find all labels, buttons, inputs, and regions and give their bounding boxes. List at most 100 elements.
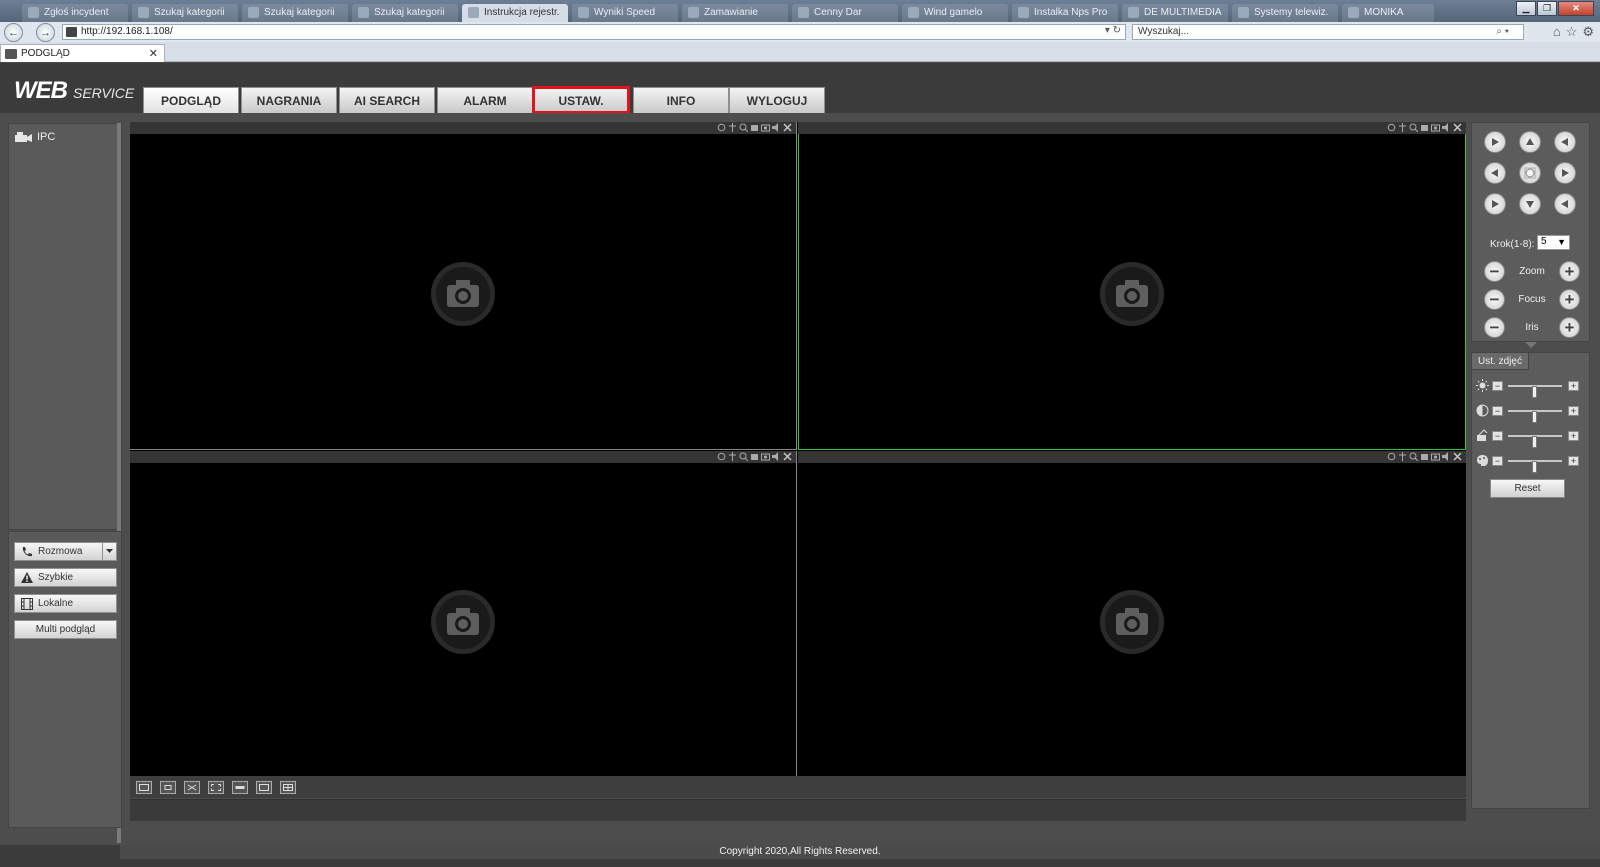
stream-sd-icon[interactable] [160,781,176,794]
ptz-left-button[interactable] [1484,162,1506,184]
digital-zoom-icon[interactable] [739,452,748,461]
browser-tab[interactable]: DE MULTIMEDIA [1122,4,1228,22]
layout-quad-icon[interactable] [280,781,296,794]
ptz-up-left-button[interactable] [1484,131,1506,153]
ptz-down-right-button[interactable] [1554,193,1576,215]
saturation-increase-button[interactable]: + [1568,431,1579,441]
video-cell-2[interactable] [798,122,1466,450]
fluency-icon[interactable] [232,781,248,794]
iris-close-button[interactable]: − [1484,317,1505,338]
snapshot-icon[interactable] [1431,123,1440,132]
browser-search-input[interactable]: Wyszukaj... ⌕ ▾ [1132,24,1524,40]
browser-tab[interactable]: Systemy telewiz. [1232,4,1338,22]
browser-tab[interactable]: Szukaj kategorii [352,4,458,22]
stream-hd-icon[interactable] [136,781,152,794]
reset-button[interactable]: Reset [1490,479,1565,498]
iris-open-button[interactable]: + [1559,317,1580,338]
home-icon[interactable]: ⌂ [1553,24,1561,40]
browser-tab[interactable]: MONIKA [1342,4,1434,22]
brightness-decrease-button[interactable]: − [1492,381,1503,391]
tab-ai-search[interactable]: AI SEARCH [339,87,435,113]
browser-tab[interactable]: Instalka Nps Pro [1012,4,1118,22]
ptz-icon[interactable] [1398,452,1407,461]
ptz-down-button[interactable] [1519,193,1541,215]
contrast-increase-button[interactable]: + [1568,406,1579,416]
talk-button[interactable]: Rozmowa [14,542,117,561]
forward-button[interactable]: → [36,23,55,42]
saturation-slider[interactable] [1508,435,1562,448]
contrast-decrease-button[interactable]: − [1492,406,1503,416]
slider-thumb[interactable] [1532,411,1537,423]
browser-tab-active[interactable]: Instrukcja rejestr. [462,4,568,22]
ptz-center-button[interactable] [1519,162,1541,184]
audio-icon[interactable] [772,123,781,132]
ptz-icon[interactable] [728,123,737,132]
mic-icon[interactable] [1387,123,1396,132]
close-icon[interactable] [1453,452,1462,461]
ptz-icon[interactable] [728,452,737,461]
close-icon[interactable] [783,123,792,132]
tab-info[interactable]: INFO [633,87,729,113]
digital-zoom-icon[interactable] [1409,452,1418,461]
brightness-slider[interactable] [1508,385,1562,398]
slider-thumb[interactable] [1532,386,1537,398]
record-icon[interactable] [1420,452,1429,461]
fullscreen-icon[interactable] [208,781,224,794]
hue-increase-button[interactable]: + [1568,456,1579,466]
slider-thumb[interactable] [1532,436,1537,448]
device-item-ipc[interactable]: IPC [15,131,55,143]
close-tab-icon[interactable]: ✕ [149,47,158,60]
hue-decrease-button[interactable]: − [1492,456,1503,466]
browser-tab[interactable]: Zamawianie [682,4,788,22]
page-tab[interactable]: PODGLĄD ✕ [0,44,165,62]
collapse-arrow-icon[interactable] [1525,342,1537,348]
saturation-decrease-button[interactable]: − [1492,431,1503,441]
minimize-button[interactable]: ▁ [1516,1,1536,16]
snapshot-icon[interactable] [761,452,770,461]
hue-slider[interactable] [1508,460,1562,473]
contrast-slider[interactable] [1508,410,1562,423]
tab-ustaw[interactable]: USTAW. [532,86,630,114]
step-select[interactable]: 5 ▼ [1537,235,1570,250]
maximize-button[interactable]: ❐ [1537,1,1557,16]
chevron-down-icon[interactable] [102,543,116,560]
audio-icon[interactable] [772,452,781,461]
close-window-button[interactable]: ✕ [1558,1,1594,16]
browser-tab[interactable]: Szukaj kategorii [242,4,348,22]
focus-in-button[interactable]: + [1559,289,1580,310]
zoom-in-button[interactable]: + [1559,261,1580,282]
snapshot-icon[interactable] [761,123,770,132]
browser-tab[interactable]: Cenny Dar [792,4,898,22]
ptz-up-right-button[interactable] [1554,131,1576,153]
ptz-right-button[interactable] [1554,162,1576,184]
video-cell-4[interactable] [798,451,1466,776]
tab-podglad[interactable]: PODGLĄD [143,87,239,113]
search-icon[interactable]: ⌕ ▾ [1496,26,1509,37]
close-icon[interactable] [1453,123,1462,132]
multi-view-button[interactable]: Multi podgląd [14,620,117,639]
record-icon[interactable] [750,123,759,132]
tab-wyloguj[interactable]: WYLOGUJ [729,87,825,113]
browser-tab[interactable]: Zgłoś incydent [22,4,128,22]
snapshot-icon[interactable] [1431,452,1440,461]
slider-thumb[interactable] [1532,461,1537,473]
tab-image-settings[interactable]: Ust. zdjęć [1472,353,1529,370]
browser-tab[interactable]: Wyniki Speed [572,4,678,22]
browser-tab[interactable]: Szukaj kategorii [132,4,238,22]
brightness-increase-button[interactable]: + [1568,381,1579,391]
ptz-icon[interactable] [1398,123,1407,132]
back-button[interactable]: ← [4,23,23,42]
digital-zoom-icon[interactable] [1409,123,1418,132]
close-icon[interactable] [783,452,792,461]
zoom-out-button[interactable]: − [1484,261,1505,282]
tab-nagrania[interactable]: NAGRANIA [241,87,337,113]
audio-icon[interactable] [1442,123,1451,132]
record-icon[interactable] [1420,123,1429,132]
layout-single-icon[interactable] [256,781,272,794]
mic-icon[interactable] [717,452,726,461]
quick-button[interactable]: Szybkie [14,568,117,587]
settings-gear-icon[interactable]: ⚙ [1582,24,1594,40]
browser-tab[interactable]: Wind gamelo [902,4,1008,22]
focus-out-button[interactable]: − [1484,289,1505,310]
url-input[interactable]: http://192.168.1.108/ ▾ ↻ [62,24,1126,40]
